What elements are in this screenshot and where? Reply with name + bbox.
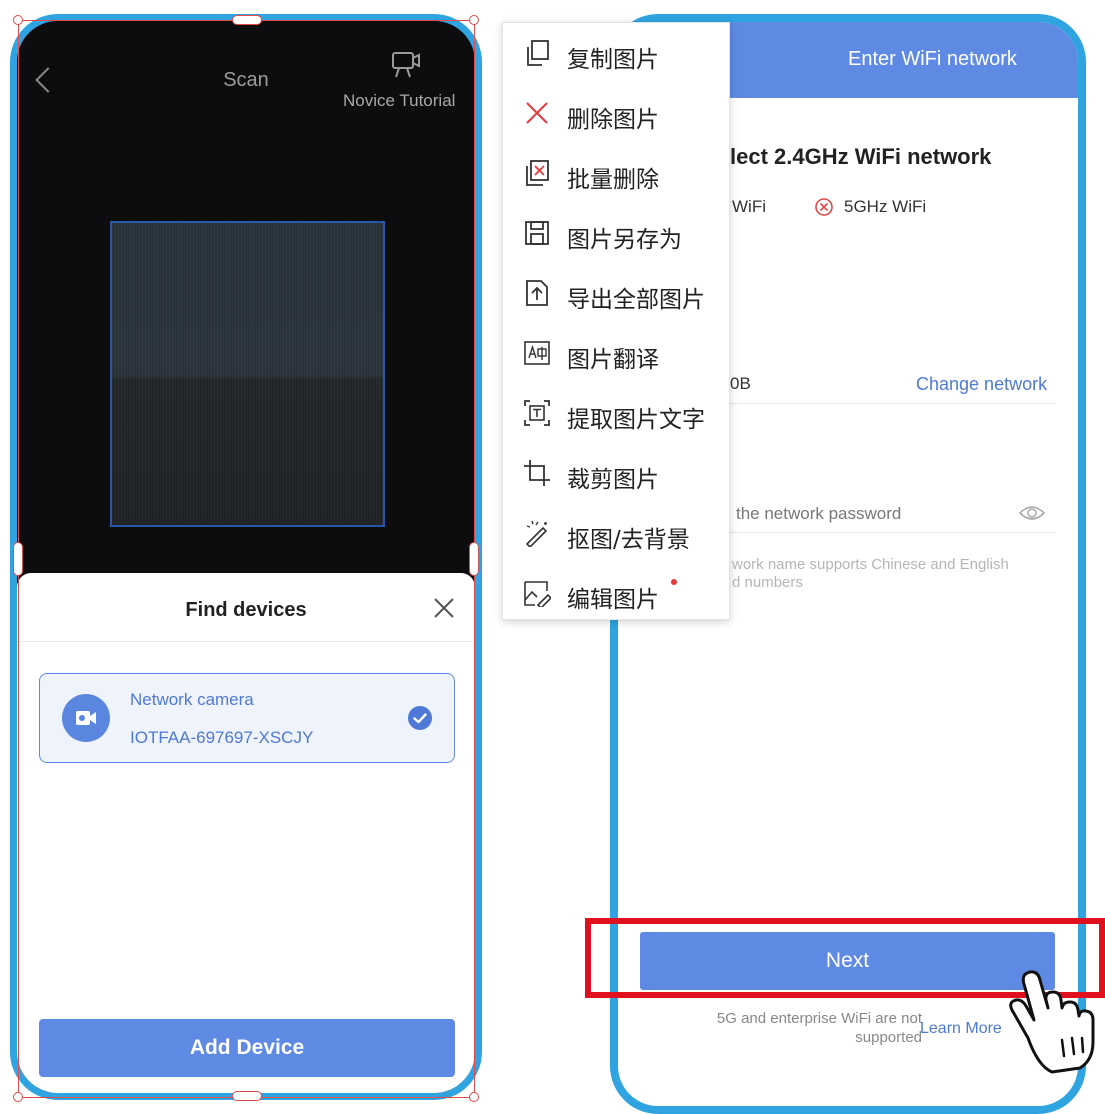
resize-handle-bottom[interactable]	[232, 1091, 262, 1101]
novice-tutorial-link[interactable]: Novice Tutorial	[343, 91, 455, 111]
copy-icon	[527, 40, 549, 66]
export-icon	[526, 280, 548, 306]
resize-handle-top-left[interactable]	[13, 15, 23, 25]
crop-icon	[524, 460, 550, 486]
menu-item-crop[interactable]: 裁剪图片	[503, 445, 729, 505]
hint-line-2: d numbers	[732, 574, 803, 591]
device-name: Network camera	[130, 690, 254, 709]
menu-item-label: 提取图片文字	[567, 407, 705, 433]
change-network-link[interactable]: Change network	[916, 374, 1047, 395]
batch-delete-icon	[526, 160, 549, 186]
menu-item-copy-image[interactable]: 复制图片	[503, 25, 729, 85]
option-24ghz-label: WiFi	[732, 197, 766, 216]
menu-item-label: 复制图片	[567, 47, 659, 73]
device-card[interactable]: Network camera IOTFAA-697697-XSCJY	[39, 673, 455, 763]
context-menu: 复制图片 删除图片 批量删除 图片另存为 导出全部图片 图片翻译 提取图片文字 …	[502, 22, 730, 620]
edit-image-icon	[524, 581, 551, 607]
camera-device-icon	[62, 694, 110, 742]
network-name: 0B	[730, 374, 751, 393]
close-icon[interactable]	[431, 595, 457, 621]
menu-item-label: 批量删除	[567, 167, 659, 193]
resize-handle-top-right[interactable]	[469, 15, 479, 25]
menu-item-label: 图片翻译	[567, 347, 659, 373]
add-device-button[interactable]: Add Device	[39, 1019, 455, 1077]
menu-item-label: 抠图/去背景	[567, 527, 690, 553]
sheet-title: Find devices	[185, 599, 307, 621]
menu-item-extract-text[interactable]: 提取图片文字	[503, 385, 729, 445]
save-as-icon	[525, 221, 549, 245]
tap-hand-icon	[1009, 970, 1095, 1074]
find-devices-sheet: Find devices Network camera IOTFAA-69769…	[17, 573, 475, 1093]
footer-note-line-1: 5G and enterprise WiFi are not	[716, 1010, 922, 1027]
menu-item-label: 图片另存为	[567, 227, 682, 253]
left-phone-screen: Scan Novice Tutorial Find devices Networ…	[10, 14, 482, 1100]
menu-item-edit-image[interactable]: 编辑图片	[503, 565, 729, 625]
delete-icon	[526, 102, 548, 124]
divider	[17, 641, 475, 642]
menu-item-delete-image[interactable]: 删除图片	[503, 85, 729, 145]
magic-wand-icon	[525, 520, 548, 547]
camera-preview: Scan Novice Tutorial	[17, 21, 475, 581]
menu-item-translate[interactable]: 图片翻译	[503, 325, 729, 385]
unsupported-x-icon	[815, 198, 833, 216]
password-input[interactable]: the network password	[736, 504, 901, 524]
menu-item-label: 编辑图片	[567, 587, 659, 613]
section-title: lect 2.4GHz WiFi network	[730, 144, 992, 169]
scan-frame	[110, 221, 385, 527]
menu-item-label: 裁剪图片	[567, 467, 659, 493]
menu-item-save-as[interactable]: 图片另存为	[503, 205, 729, 265]
device-id: IOTFAA-697697-XSCJY	[130, 728, 314, 747]
learn-more-link[interactable]: Learn More	[920, 1020, 1002, 1038]
network-divider	[718, 403, 1056, 404]
hint-line-1: work name supports Chinese and English	[732, 556, 1009, 573]
extract-text-icon	[524, 400, 550, 426]
menu-item-label: 导出全部图片	[567, 287, 705, 313]
resize-handle-right[interactable]	[469, 542, 479, 576]
video-tutorial-icon[interactable]	[391, 51, 421, 79]
resize-handle-top[interactable]	[232, 15, 262, 25]
resize-handle-left[interactable]	[13, 542, 23, 576]
check-icon[interactable]	[408, 706, 432, 730]
option-5ghz-label: 5GHz WiFi	[844, 197, 927, 216]
translate-icon	[524, 341, 550, 365]
menu-item-export-all[interactable]: 导出全部图片	[503, 265, 729, 325]
password-divider	[718, 532, 1056, 533]
eye-icon[interactable]	[1018, 502, 1046, 524]
menu-item-remove-background[interactable]: 抠图/去背景	[503, 505, 729, 565]
new-badge-dot	[671, 579, 677, 585]
footer-note-line-2: supported	[855, 1029, 922, 1046]
menu-item-label: 删除图片	[567, 107, 659, 133]
menu-item-batch-delete[interactable]: 批量删除	[503, 145, 729, 205]
